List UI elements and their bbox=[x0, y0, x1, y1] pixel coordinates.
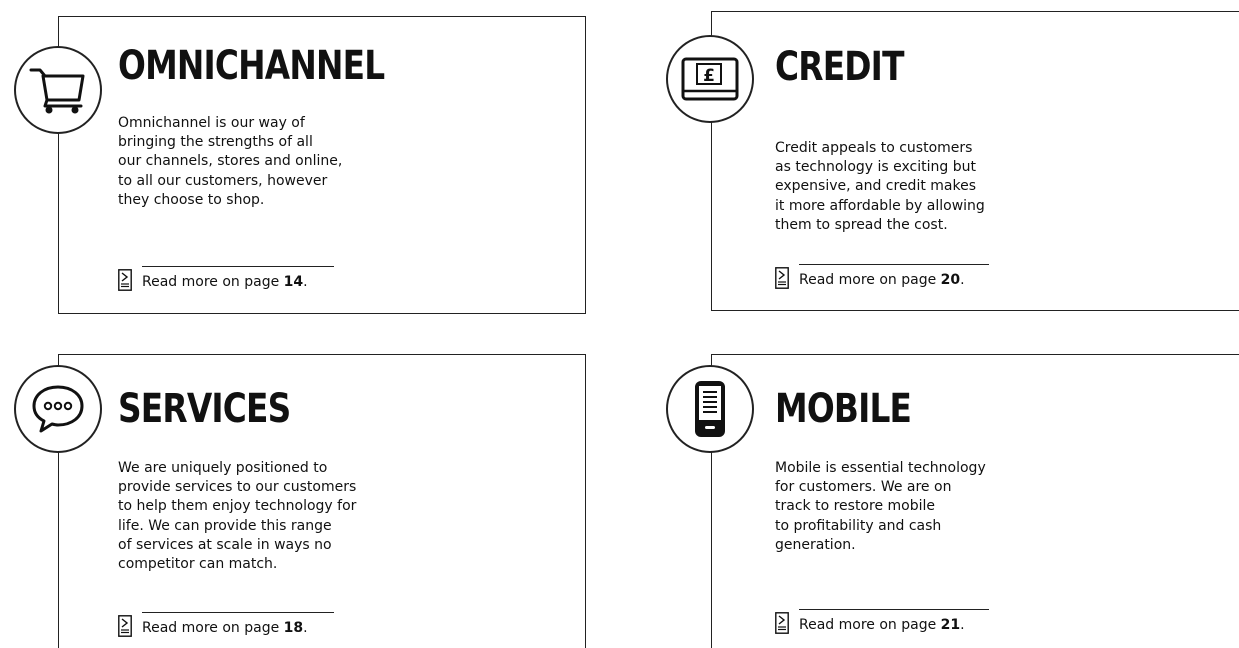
credit-title: CREDIT bbox=[775, 44, 904, 90]
omnichannel-read-more-text: Read more on page 14. bbox=[142, 274, 308, 290]
services-read-more-text: Read more on page 18. bbox=[142, 620, 308, 636]
omnichannel-read-more-link[interactable]: Read more on page 14. bbox=[118, 266, 334, 291]
document-arrow-icon bbox=[118, 615, 132, 637]
speech-bubble-icon bbox=[32, 385, 84, 433]
omnichannel-icon-circle bbox=[14, 46, 102, 134]
mobile-body: Mobile is essential technology for custo… bbox=[775, 460, 986, 553]
document-arrow-icon bbox=[775, 612, 789, 634]
svg-text:£: £ bbox=[703, 66, 715, 86]
services-icon-circle bbox=[14, 365, 102, 453]
credit-read-more-text: Read more on page 20. bbox=[799, 272, 965, 288]
services-read-more-link[interactable]: Read more on page 18. bbox=[118, 612, 334, 637]
document-arrow-icon bbox=[775, 267, 789, 289]
credit-body: Credit appeals to customers as technolog… bbox=[775, 140, 985, 233]
mobile-phone-icon bbox=[695, 381, 725, 437]
mobile-read-more-text: Read more on page 21. bbox=[799, 617, 965, 633]
document-arrow-icon bbox=[118, 269, 132, 291]
mobile-read-more-link[interactable]: Read more on page 21. bbox=[775, 609, 989, 634]
services-title: SERVICES bbox=[118, 386, 291, 432]
credit-icon-circle: £ bbox=[666, 35, 754, 123]
credit-read-more-link[interactable]: Read more on page 20. bbox=[775, 264, 989, 289]
pound-card-icon: £ bbox=[681, 57, 739, 101]
omnichannel-title: OMNICHANNEL bbox=[118, 43, 385, 89]
shopping-cart-icon bbox=[29, 68, 85, 114]
mobile-title: MOBILE bbox=[775, 386, 912, 432]
omnichannel-body: Omnichannel is our way of bringing the s… bbox=[118, 115, 343, 208]
services-body: We are uniquely positioned to provide se… bbox=[118, 460, 357, 573]
mobile-icon-circle bbox=[666, 365, 754, 453]
